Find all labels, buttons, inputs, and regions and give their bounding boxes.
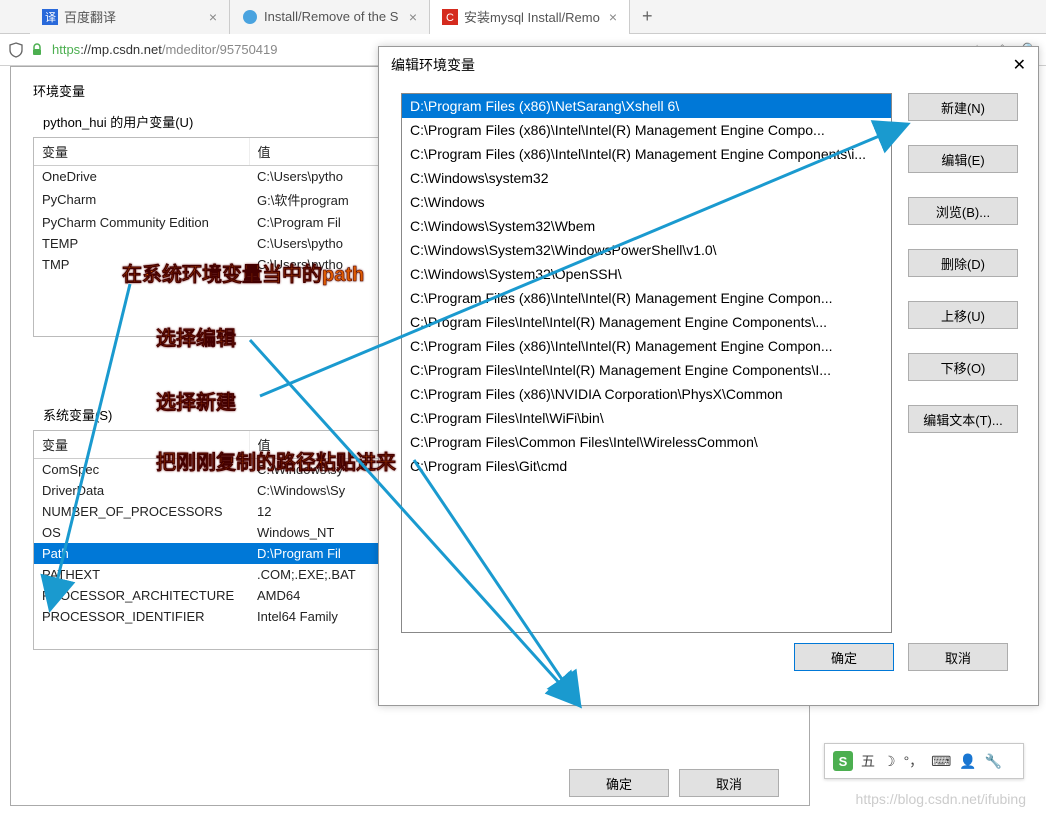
tab-favicon: 译 xyxy=(42,9,58,25)
new-tab-button[interactable]: + xyxy=(630,6,665,27)
ime-label: 五 xyxy=(861,751,875,771)
tab-favicon: C xyxy=(442,9,458,25)
dialog-title: 编辑环境变量 xyxy=(391,55,475,75)
col-var[interactable]: 变量 xyxy=(34,431,249,459)
url-host: ://mp.csdn.net xyxy=(80,42,162,57)
list-item[interactable]: C:\Program Files\Intel\WiFi\bin\ xyxy=(402,406,891,430)
list-item[interactable]: C:\Program Files (x86)\Intel\Intel(R) Ma… xyxy=(402,286,891,310)
lock-icon[interactable] xyxy=(30,43,44,57)
ime-logo-icon: S xyxy=(833,751,853,771)
edit-ok-button[interactable]: 确定 xyxy=(794,643,894,671)
path-up-button[interactable]: 上移(U) xyxy=(908,301,1018,329)
path-edittext-button[interactable]: 编辑文本(T)... xyxy=(908,405,1018,433)
list-item[interactable]: C:\Program Files (x86)\Intel\Intel(R) Ma… xyxy=(402,334,891,358)
list-item[interactable]: C:\Windows xyxy=(402,190,891,214)
list-item[interactable]: C:\Windows\system32 xyxy=(402,166,891,190)
list-item[interactable]: C:\Program Files\Intel\Intel(R) Manageme… xyxy=(402,358,891,382)
url-scheme: https xyxy=(52,42,80,57)
wrench-icon[interactable]: 🔧 xyxy=(985,753,1002,770)
moon-icon[interactable]: ☽ xyxy=(883,753,896,770)
settings-icon[interactable]: °， xyxy=(904,751,924,771)
svg-text:C: C xyxy=(446,12,454,24)
browser-tab[interactable]: 译 百度翻译 × xyxy=(30,0,230,34)
user-icon[interactable]: 👤 xyxy=(959,753,976,770)
edit-cancel-button[interactable]: 取消 xyxy=(908,643,1008,671)
path-list[interactable]: D:\Program Files (x86)\NetSarang\Xshell … xyxy=(401,93,892,633)
browser-tab-bar: 译 百度翻译 × Install/Remove of the S × C 安装m… xyxy=(0,0,1046,34)
url-path: /mdeditor/95750419 xyxy=(162,42,278,57)
tab-label: 安装mysql Install/Remo xyxy=(464,7,600,26)
path-down-button[interactable]: 下移(O) xyxy=(908,353,1018,381)
path-browse-button[interactable]: 浏览(B)... xyxy=(908,197,1018,225)
close-icon[interactable]: × xyxy=(609,9,617,25)
close-icon[interactable]: ✕ xyxy=(1013,55,1026,75)
watermark: https://blog.csdn.net/ifubing xyxy=(856,791,1026,807)
list-item[interactable]: C:\Program Files (x86)\NVIDIA Corporatio… xyxy=(402,382,891,406)
list-item[interactable]: C:\Program Files\Intel\Intel(R) Manageme… xyxy=(402,310,891,334)
list-item[interactable]: C:\Program Files (x86)\Intel\Intel(R) Ma… xyxy=(402,142,891,166)
browser-tab[interactable]: C 安装mysql Install/Remo × xyxy=(430,0,630,34)
close-icon[interactable]: × xyxy=(209,9,217,25)
keyboard-icon[interactable]: ⌨ xyxy=(931,753,951,770)
tab-label: Install/Remove of the S xyxy=(264,9,398,24)
tab-label: 百度翻译 xyxy=(64,7,116,26)
edit-path-dialog: 编辑环境变量 ✕ D:\Program Files (x86)\NetSaran… xyxy=(378,46,1039,706)
list-item[interactable]: C:\Windows\System32\Wbem xyxy=(402,214,891,238)
ime-toolbar[interactable]: S 五 ☽ °， ⌨ 👤 🔧 xyxy=(824,743,1024,779)
path-new-button[interactable]: 新建(N) xyxy=(908,93,1018,121)
dialog-titlebar[interactable]: 编辑环境变量 ✕ xyxy=(379,47,1038,83)
list-item[interactable]: D:\Program Files (x86)\NetSarang\Xshell … xyxy=(402,94,891,118)
list-item[interactable]: C:\Windows\System32\WindowsPowerShell\v1… xyxy=(402,238,891,262)
close-icon[interactable]: × xyxy=(409,9,417,25)
tab-favicon xyxy=(242,9,258,25)
col-var[interactable]: 变量 xyxy=(34,138,249,166)
env-cancel-button[interactable]: 取消 xyxy=(679,769,779,797)
list-item[interactable]: C:\Program Files (x86)\Intel\Intel(R) Ma… xyxy=(402,118,891,142)
browser-tab[interactable]: Install/Remove of the S × xyxy=(230,0,430,34)
shield-icon[interactable] xyxy=(8,42,24,58)
list-item[interactable]: C:\Program Files\Git\cmd xyxy=(402,454,891,478)
list-item[interactable]: C:\Program Files\Common Files\Intel\Wire… xyxy=(402,430,891,454)
path-delete-button[interactable]: 删除(D) xyxy=(908,249,1018,277)
svg-text:译: 译 xyxy=(45,11,56,24)
list-item[interactable]: C:\Windows\System32\OpenSSH\ xyxy=(402,262,891,286)
path-edit-button[interactable]: 编辑(E) xyxy=(908,145,1018,173)
env-ok-button[interactable]: 确定 xyxy=(569,769,669,797)
